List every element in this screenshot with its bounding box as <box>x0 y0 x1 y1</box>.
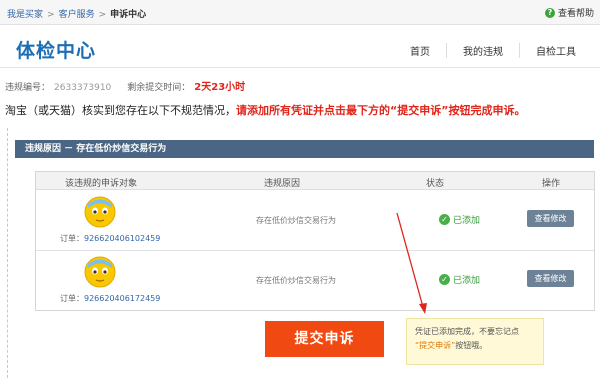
section-title: 违规原因 － 存在低价炒信交易行为 <box>15 140 594 158</box>
logo[interactable]: 体检中心 <box>16 36 96 63</box>
column-header-action: 操作 <box>542 179 561 189</box>
breadcrumb: 我是买家 > 客户服务 > 申诉中心 <box>7 7 146 20</box>
check-icon: ✓ <box>439 274 450 285</box>
order-label: 订单： <box>60 234 84 243</box>
notice-text: 淘宝（或天猫）核实到您存在以下不规范情况，请添加所有凭证并点击最下方的“提交申诉… <box>5 102 525 118</box>
violation-reason: 存在低价炒信交易行为 <box>256 216 336 225</box>
order-number: 订单：926620406102459 <box>60 233 160 244</box>
remaining-time-value: 2天23小时 <box>194 82 246 93</box>
top-bar: 我是买家 > 客户服务 > 申诉中心 ? 查看帮助 <box>0 0 600 25</box>
help-label: 查看帮助 <box>557 9 594 19</box>
order-label: 订单： <box>60 294 84 303</box>
page-header: 体检中心 首页 我的违规 自检工具 <box>0 26 600 68</box>
tooltip-line-1: 凭证已添加完成，不要忘记点 <box>415 327 519 336</box>
status-badge: ✓ 已添加 <box>439 273 480 286</box>
left-dashed-line <box>7 128 8 378</box>
breadcrumb-link-service[interactable]: 客户服务 <box>59 10 95 20</box>
status-badge: ✓ 已添加 <box>439 213 480 226</box>
table-header: 该违规的申诉对象 违规原因 状态 操作 <box>36 172 594 190</box>
tooltip: 凭证已添加完成，不要忘记点 “提交申诉”按钮哦。 <box>406 318 544 365</box>
tooltip-line-2: “提交申诉”按钮哦。 <box>415 339 535 353</box>
column-header-reason: 违规原因 <box>264 179 301 189</box>
breadcrumb-separator: > <box>98 10 107 20</box>
status-label: 已添加 <box>453 276 481 286</box>
order-link[interactable]: 926620406102459 <box>84 234 160 243</box>
avatar-face-icon <box>84 196 116 228</box>
column-header-status: 状态 <box>426 179 445 189</box>
table-row: 订单：926620406172459 存在低价炒信交易行为 ✓ 已添加 查看修改 <box>36 251 594 311</box>
order-number: 订单：926620406172459 <box>60 293 160 304</box>
tooltip-rest: 按钮哦。 <box>455 341 488 350</box>
check-icon: ✓ <box>439 214 450 225</box>
nav-item-self-check-tools[interactable]: 自检工具 <box>519 43 592 58</box>
breadcrumb-link-buyer[interactable]: 我是买家 <box>7 10 43 20</box>
column-header-object: 该违规的申诉对象 <box>65 179 138 189</box>
submit-appeal-button[interactable]: 提交申诉 <box>265 321 384 357</box>
help-link[interactable]: ? 查看帮助 <box>544 6 594 19</box>
violation-id-value: 2633373910 <box>54 83 112 93</box>
violation-id-label: 违规编号： <box>5 83 51 93</box>
remaining-time-label: 剩余提交时间： <box>127 83 191 93</box>
order-link[interactable]: 926620406172459 <box>84 294 160 303</box>
violation-reason: 存在低价炒信交易行为 <box>256 276 336 285</box>
breadcrumb-separator: > <box>47 10 55 20</box>
question-icon: ? <box>544 7 555 18</box>
status-label: 已添加 <box>453 216 481 226</box>
appeal-table: 该违规的申诉对象 违规原因 状态 操作 订单：926620406102459 存… <box>35 171 595 311</box>
avatar-face-icon <box>84 256 116 288</box>
notice-highlight: 请添加所有凭证并点击最下方的“提交申诉”按钮完成申诉。 <box>236 104 526 117</box>
violation-info: 违规编号： 2633373910 剩余提交时间： 2天23小时 <box>5 78 245 93</box>
table-row: 订单：926620406102459 存在低价炒信交易行为 ✓ 已添加 查看修改 <box>36 191 594 251</box>
notice-prefix: 淘宝（或天猫）核实到您存在以下不规范情况， <box>5 104 236 117</box>
breadcrumb-current: 申诉中心 <box>110 10 147 20</box>
nav-item-home[interactable]: 首页 <box>394 43 446 58</box>
tooltip-highlight: “提交申诉” <box>415 341 456 350</box>
main-nav: 首页 我的违规 自检工具 <box>394 43 592 58</box>
view-edit-button[interactable]: 查看修改 <box>527 210 574 227</box>
view-edit-button[interactable]: 查看修改 <box>527 270 574 287</box>
nav-item-my-violations[interactable]: 我的违规 <box>446 43 519 58</box>
